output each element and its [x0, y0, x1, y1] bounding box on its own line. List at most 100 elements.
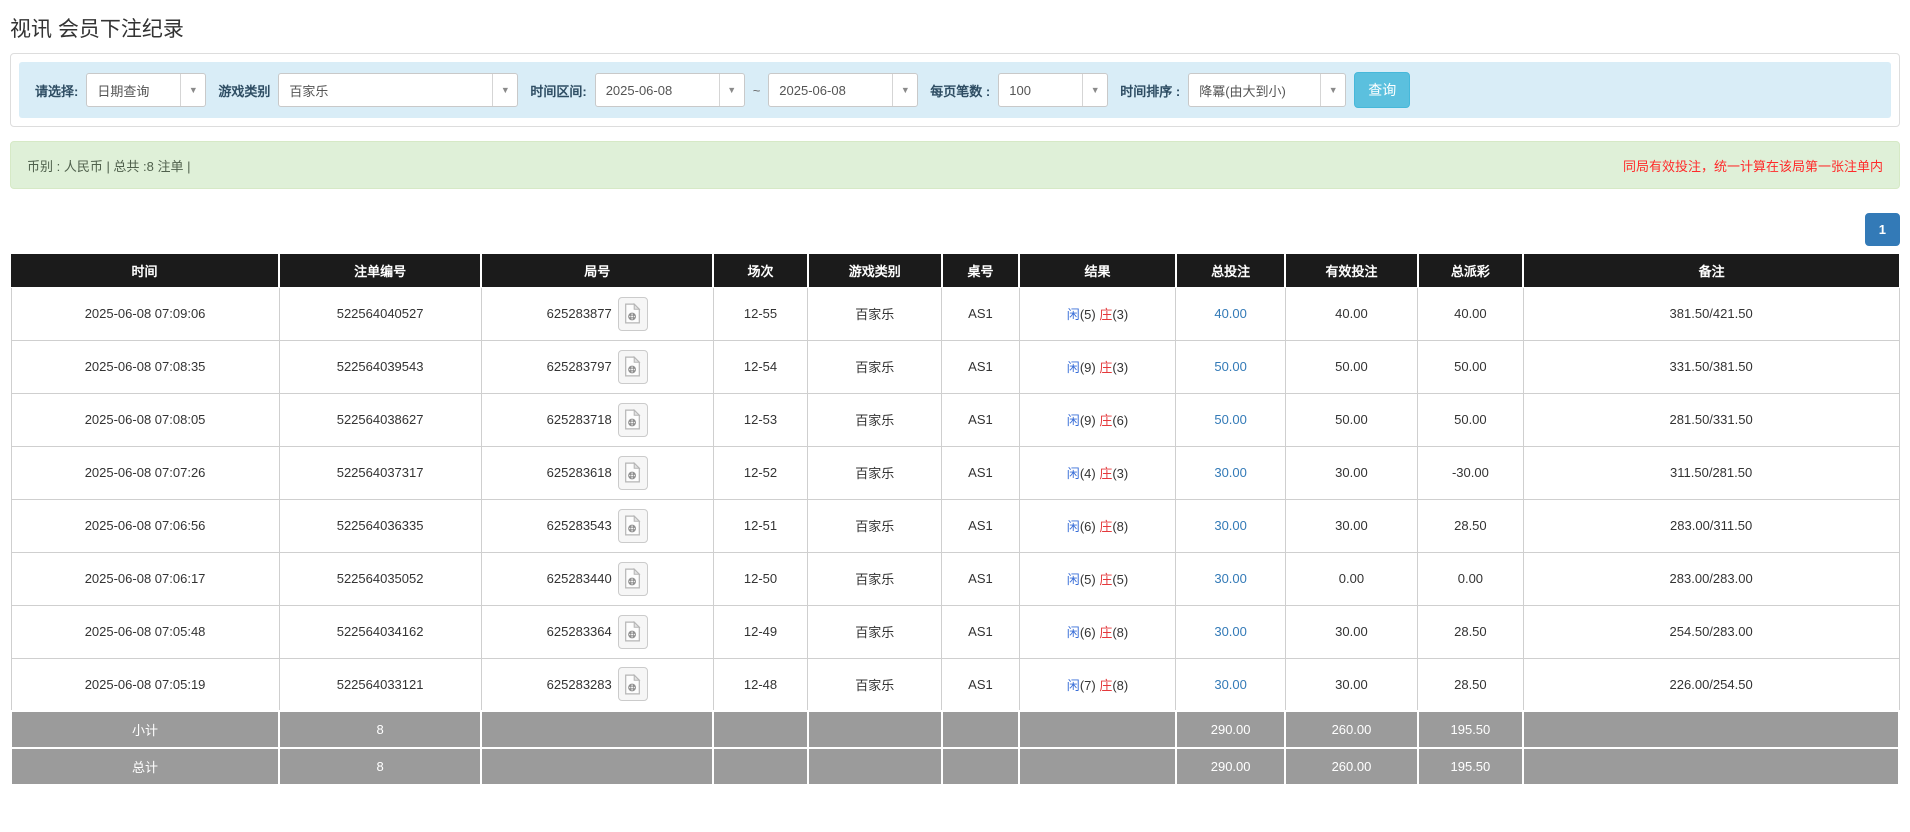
table-row: 2025-06-08 07:08:35 522564039543 6252837…	[11, 340, 1899, 393]
valid-bet-cell: 50.00	[1285, 340, 1417, 393]
film-file-icon	[624, 621, 641, 642]
result-cell: 闲(5) 庄(5)	[1019, 552, 1176, 605]
total-bet-link[interactable]: 40.00	[1214, 306, 1247, 321]
banker-result-value: (3)	[1112, 307, 1128, 322]
player-result-label: 闲	[1067, 572, 1080, 587]
total-bet-link[interactable]: 30.00	[1214, 465, 1247, 480]
date-from-select[interactable]: 2025-06-08 ▼	[595, 73, 745, 107]
valid-bet-cell: 50.00	[1285, 393, 1417, 446]
round-id: 625283283	[547, 677, 612, 692]
session-cell: 12-55	[713, 287, 807, 340]
sort-select[interactable]: 降冪(由大到小) ▼	[1188, 73, 1346, 107]
game-cell: 百家乐	[808, 605, 942, 658]
session-cell: 12-53	[713, 393, 807, 446]
bet-id-cell: 522564040527	[279, 287, 481, 340]
footer-valid-bet-cell: 260.00	[1285, 748, 1417, 785]
search-button[interactable]: 查询	[1354, 72, 1410, 108]
total-bet-link[interactable]: 30.00	[1214, 677, 1247, 692]
filter-bar: 请选择: 日期查询 ▼ 游戏类别 百家乐 ▼ 时间区间: 2025-06-08 …	[19, 62, 1891, 118]
player-result-value: (6)	[1080, 519, 1096, 534]
payout-cell: 40.00	[1418, 287, 1524, 340]
round-cell: 625283718	[481, 393, 713, 446]
currency-total-text: 币别 : 人民币 | 总共 :8 注单 |	[27, 156, 191, 175]
game-cell: 百家乐	[808, 446, 942, 499]
page-size-label: 每页笔数 :	[930, 81, 990, 100]
header-valid-bet: 有效投注	[1285, 254, 1417, 287]
total-bet-link[interactable]: 30.00	[1214, 571, 1247, 586]
table-header-row: 时间 注单编号 局号 场次 游戏类别 桌号 结果 总投注 有效投注 总派彩 备注	[11, 254, 1899, 287]
valid-bet-cell: 30.00	[1285, 658, 1417, 711]
video-replay-button[interactable]	[618, 297, 648, 331]
video-replay-button[interactable]	[618, 509, 648, 543]
video-replay-button[interactable]	[618, 403, 648, 437]
bet-id-cell: 522564038627	[279, 393, 481, 446]
film-file-icon	[624, 515, 641, 536]
video-replay-button[interactable]	[618, 456, 648, 490]
footer-total-bet-cell: 290.00	[1176, 711, 1286, 748]
payout-cell: -30.00	[1418, 446, 1524, 499]
table-row: 2025-06-08 07:09:06 522564040527 6252838…	[11, 287, 1899, 340]
session-cell: 12-49	[713, 605, 807, 658]
video-replay-button[interactable]	[618, 350, 648, 384]
date-to-select[interactable]: 2025-06-08 ▼	[768, 73, 918, 107]
time-cell: 2025-06-08 07:09:06	[11, 287, 279, 340]
bet-id-cell: 522564036335	[279, 499, 481, 552]
query-type-select[interactable]: 日期查询 ▼	[86, 73, 206, 107]
video-replay-button[interactable]	[618, 615, 648, 649]
total-bet-cell: 30.00	[1176, 499, 1286, 552]
footer-count-cell: 8	[279, 748, 481, 785]
summary-bar: 币别 : 人民币 | 总共 :8 注单 | 同局有效投注，统一计算在该局第一张注…	[10, 141, 1900, 189]
game-cell: 百家乐	[808, 287, 942, 340]
table-no-cell: AS1	[942, 446, 1019, 499]
remark-cell: 283.00/283.00	[1523, 552, 1899, 605]
round-cell: 625283543	[481, 499, 713, 552]
game-cell: 百家乐	[808, 552, 942, 605]
chevron-down-icon: ▼	[180, 74, 205, 106]
page-size-select[interactable]: 100 ▼	[998, 73, 1108, 107]
date-to-value: 2025-06-08	[769, 74, 856, 106]
table-no-cell: AS1	[942, 658, 1019, 711]
footer-label-cell: 总计	[11, 748, 279, 785]
player-result-value: (6)	[1080, 625, 1096, 640]
filter-panel: 请选择: 日期查询 ▼ 游戏类别 百家乐 ▼ 时间区间: 2025-06-08 …	[10, 53, 1900, 127]
banker-result-value: (8)	[1112, 678, 1128, 693]
round-id: 625283440	[547, 571, 612, 586]
session-cell: 12-52	[713, 446, 807, 499]
table-footer-row: 总计 8 290.00 260.00 195.50	[11, 748, 1899, 785]
valid-bet-cell: 30.00	[1285, 605, 1417, 658]
game-cell: 百家乐	[808, 499, 942, 552]
total-bet-link[interactable]: 30.00	[1214, 624, 1247, 639]
banker-result-label: 庄	[1099, 625, 1112, 640]
game-type-select[interactable]: 百家乐 ▼	[278, 73, 518, 107]
valid-bet-cell: 30.00	[1285, 446, 1417, 499]
page-size-value: 100	[999, 74, 1041, 106]
video-replay-button[interactable]	[618, 562, 648, 596]
table-row: 2025-06-08 07:08:05 522564038627 6252837…	[11, 393, 1899, 446]
total-bet-cell: 30.00	[1176, 605, 1286, 658]
banker-result-label: 庄	[1099, 307, 1112, 322]
result-cell: 闲(6) 庄(8)	[1019, 605, 1176, 658]
table-row: 2025-06-08 07:07:26 522564037317 6252836…	[11, 446, 1899, 499]
total-bet-cell: 30.00	[1176, 552, 1286, 605]
total-bet-link[interactable]: 50.00	[1214, 359, 1247, 374]
player-result-value: (4)	[1080, 466, 1096, 481]
total-bet-link[interactable]: 50.00	[1214, 412, 1247, 427]
film-file-icon	[624, 568, 641, 589]
table-no-cell: AS1	[942, 393, 1019, 446]
chevron-down-icon: ▼	[892, 74, 917, 106]
result-cell: 闲(6) 庄(8)	[1019, 499, 1176, 552]
page-button-1[interactable]: 1	[1865, 213, 1900, 246]
time-cell: 2025-06-08 07:08:05	[11, 393, 279, 446]
session-cell: 12-51	[713, 499, 807, 552]
time-cell: 2025-06-08 07:05:19	[11, 658, 279, 711]
banker-result-label: 庄	[1099, 519, 1112, 534]
round-cell: 625283618	[481, 446, 713, 499]
date-separator: ~	[753, 83, 761, 98]
game-cell: 百家乐	[808, 340, 942, 393]
total-bet-link[interactable]: 30.00	[1214, 518, 1247, 533]
round-cell: 625283797	[481, 340, 713, 393]
banker-result-value: (3)	[1112, 466, 1128, 481]
round-id: 625283718	[547, 412, 612, 427]
remark-cell: 254.50/283.00	[1523, 605, 1899, 658]
video-replay-button[interactable]	[618, 667, 648, 701]
